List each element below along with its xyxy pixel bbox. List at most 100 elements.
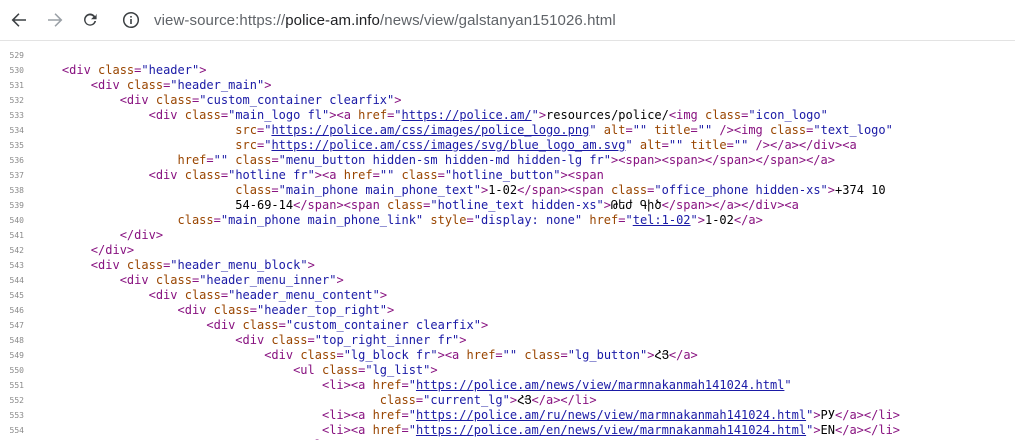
code-token: "hotline_button" [444,168,561,182]
line-code: <li><a href="https://police.am/en/news/v… [33,423,900,438]
code-token: title [683,138,727,152]
line-number: 531 [9,81,24,90]
code-token: = [271,153,279,167]
code-token: </span></a></div><a [661,198,799,212]
page-source-view: 529 530 <div class="header"> 531 <div clas… [0,41,1015,440]
code-token: </div> [33,228,164,242]
code-token: </a> [668,348,698,362]
code-token: > [336,273,344,287]
code-token: > [264,78,272,92]
code-token: "custom_container clearfix" [199,93,395,107]
code-token: = [625,123,633,137]
code-token: </a> [733,213,763,227]
code-token: class [148,93,192,107]
code-token: = [220,288,229,302]
code-token: <li><a [33,408,366,422]
code-token: <div [33,258,120,272]
source-line: 549 <div class="lg_block fr"><a href="" … [0,348,1015,363]
line-code: <li><a href="https://police.am/news/view… [33,378,792,393]
source-link[interactable]: https://police.am/ [402,108,532,122]
source-line: 548 <div class="top_right_inner fr"> [0,333,1015,348]
source-line: 534 src = "https://police.am/css/images/po… [0,123,1015,138]
code-token: class [119,78,164,92]
address-bar[interactable]: view-source:https://police-am.info/news/… [112,0,1015,40]
code-token: "lg_list" [365,363,431,377]
source-line: 545 <div class="header_menu_content"> [0,288,1015,303]
code-token: class [697,108,742,122]
line-code: </div> [33,228,163,243]
back-button[interactable] [5,6,33,34]
source-line: 553 <li><a href="https://police.am/ru/ne… [0,408,1015,423]
source-link[interactable]: https://police.am/news/view/marmnakanmah… [416,378,784,392]
code-token: "header_main" [170,78,265,92]
line-number: 532 [9,96,24,105]
line-code: <div class="lg_block fr"><a href="" clas… [33,348,698,363]
code-token: " [625,213,633,227]
code-token: "" [213,153,229,167]
code-token: </a></li> [531,393,597,407]
source-line: 544 <div class="header_menu_inner"> [0,273,1015,288]
code-token: = [206,153,214,167]
code-token: > [603,198,612,212]
source-line: 552 class="current_lg">ՀՅ</a></li> [0,393,1015,408]
forward-button[interactable] [41,6,69,34]
code-token: " [690,213,698,227]
code-token: href [365,423,402,437]
url-path: /news/view/galstanyan151026.html [380,11,616,29]
code-token: <div [33,108,178,122]
code-token: "main_logo fl" [228,108,330,122]
code-token: <div [33,318,236,332]
code-token: style [423,213,467,227]
code-token: 1-02 [704,213,734,227]
code-token: " [408,408,416,422]
source-link[interactable]: https://police.am/ru/news/view/marmnakan… [416,408,806,422]
code-token: ><a [329,108,351,122]
source-link[interactable]: tel:1-02 [633,213,691,227]
code-token: 1-02 [488,183,518,197]
source-link[interactable]: https://police.am/css/images/svg/blue_lo… [271,138,625,152]
code-token: = [401,408,409,422]
source-line: 532 <div class="custom_container clearfi… [0,93,1015,108]
code-token: "" [733,138,749,152]
code-token: Թեժ Գիծ [611,198,662,212]
line-code: <div class="hotline fr"><a href="" class… [33,168,604,183]
code-token: = [466,213,474,227]
line-number: 542 [9,246,24,255]
code-token: "hotline fr" [228,168,315,182]
source-link[interactable]: https://police.am/en/news/view/marmnakan… [416,423,806,437]
info-circle-icon[interactable] [122,11,140,29]
line-code: href="" class="menu_button hidden-sm hid… [33,153,835,168]
code-token: РУ [820,408,835,422]
code-token: <div [33,303,207,317]
code-token: = [307,333,315,347]
code-token: title [647,123,691,137]
code-token: <li><a [33,423,366,437]
line-code: <div class="header_menu_content"> [33,288,387,303]
code-token: div [69,63,91,77]
code-token: ՀՅ [654,348,669,362]
url-text[interactable]: view-source:https://police-am.info/news/… [154,12,616,29]
code-token: " [408,378,416,392]
code-token: href [33,153,207,167]
code-token: <div [33,273,149,287]
code-token: /></a></div><a [748,138,857,152]
code-token: <div [33,78,120,92]
line-code: <div class="header_top_right"> [33,303,394,318]
code-token: alt [596,123,626,137]
source-link[interactable]: https://police.am/css/images/police_logo… [271,123,589,137]
reload-button[interactable] [76,6,104,34]
line-number: 537 [9,171,24,180]
code-token: <div [33,168,178,182]
code-token: = [495,348,503,362]
code-token: = [661,138,669,152]
line-number: 554 [9,426,24,435]
code-token: class [148,273,192,287]
code-token: > [827,183,836,197]
code-token: "lg_button" [567,348,648,362]
code-token: > [813,408,821,422]
line-code: 54-69-14</span><span class="hotline_text… [33,198,799,213]
line-number: 543 [9,261,24,270]
source-line: 529 [0,48,1015,63]
code-token: "header_menu_content" [228,288,380,302]
line-number: 548 [9,336,24,345]
